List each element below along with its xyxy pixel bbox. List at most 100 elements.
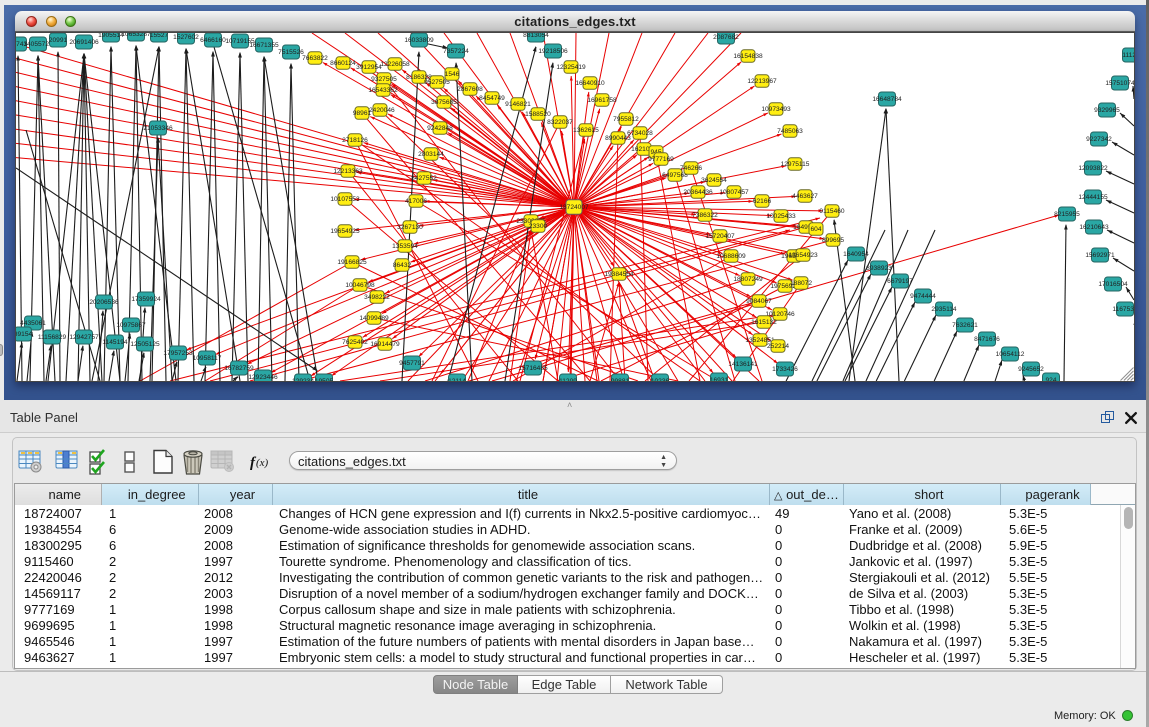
svg-text:15527: 15527 (150, 33, 169, 39)
svg-text:3912954: 3912954 (356, 64, 382, 71)
svg-text:16961758: 16961758 (587, 97, 617, 104)
svg-text:10975867: 10975867 (116, 322, 146, 329)
svg-text:8454749: 8454749 (479, 95, 505, 102)
svg-text:10958117: 10958117 (193, 355, 222, 362)
svg-text:7485063: 7485063 (777, 128, 803, 135)
svg-text:2087682: 2087682 (713, 34, 739, 41)
svg-text:417006: 417006 (405, 198, 427, 205)
svg-text:20691406: 20691406 (69, 39, 99, 46)
svg-text:15720407: 15720407 (705, 233, 735, 240)
svg-text:1733426: 1733426 (772, 366, 798, 373)
svg-text:7632621: 7632621 (952, 322, 978, 329)
svg-text:7663822: 7663822 (302, 55, 328, 62)
svg-text:13654923: 13654923 (788, 252, 818, 259)
svg-text:924: 924 (1045, 377, 1056, 381)
svg-text:252214: 252214 (767, 343, 789, 350)
svg-text:9084067: 9084067 (746, 298, 772, 305)
svg-text:12213967: 12213967 (747, 78, 777, 85)
svg-text:17016504: 17016504 (1098, 281, 1128, 288)
svg-text:20991: 20991 (49, 37, 68, 44)
svg-text:(x): (x) (256, 457, 269, 469)
svg-text:15716485: 15716485 (518, 365, 548, 372)
svg-text:15692971: 15692971 (1085, 252, 1115, 259)
svg-text:4435061: 4435061 (20, 320, 46, 327)
svg-text:10653287: 10653287 (121, 33, 151, 38)
svg-text:6734028: 6734028 (627, 130, 653, 137)
svg-text:16914479: 16914479 (370, 341, 400, 348)
svg-text:16033809: 16033809 (404, 37, 434, 44)
svg-text:18724007: 18724007 (559, 204, 589, 211)
svg-text:1905514: 1905514 (98, 33, 124, 39)
svg-text:12213363: 12213363 (333, 168, 363, 175)
svg-text:17957253: 17957253 (163, 350, 193, 357)
svg-text:19654925: 19654925 (330, 228, 360, 235)
svg-text:11156829: 11156829 (38, 334, 67, 341)
svg-text:39154: 39154 (16, 331, 32, 338)
svg-text:16931: 16931 (710, 377, 729, 381)
svg-text:16671355: 16671355 (249, 42, 279, 49)
svg-text:9115460: 9115460 (819, 208, 845, 215)
svg-text:19384554: 19384554 (604, 271, 634, 278)
svg-text:10025433: 10025433 (766, 213, 796, 220)
svg-text:8938923: 8938923 (866, 265, 892, 272)
svg-text:6679197: 6679197 (887, 278, 913, 285)
svg-text:2867608: 2867608 (457, 86, 483, 93)
svg-text:1167533: 1167533 (1112, 306, 1134, 313)
svg-text:129234: 129234 (292, 378, 314, 381)
svg-text:19166825: 19166825 (337, 259, 367, 266)
svg-text:3267130: 3267130 (397, 224, 423, 231)
svg-text:14099489: 14099489 (359, 315, 389, 322)
svg-text:1145194: 1145194 (102, 339, 128, 346)
svg-text:12226058: 12226058 (380, 61, 410, 68)
svg-text:8471676: 8471676 (974, 336, 1000, 343)
svg-text:2803144: 2803144 (418, 151, 444, 158)
svg-text:188072: 188072 (790, 280, 812, 287)
svg-text:9474444: 9474444 (910, 293, 936, 300)
svg-text:1527602: 1527602 (173, 34, 199, 41)
svg-text:7625402: 7625402 (342, 339, 368, 346)
svg-text:99881: 99881 (611, 378, 630, 381)
svg-text:12114: 12114 (448, 378, 466, 381)
svg-text:14136141: 14136141 (728, 361, 758, 368)
svg-text:12942757: 12942757 (69, 334, 99, 341)
svg-text:8813054: 8813054 (523, 33, 549, 39)
svg-text:11121: 11121 (1122, 52, 1134, 59)
svg-text:20364436: 20364436 (683, 189, 713, 196)
svg-text:16543362: 16543362 (368, 87, 398, 94)
svg-text:16210643: 16210643 (1079, 224, 1109, 231)
svg-text:19218506: 19218506 (538, 48, 568, 55)
svg-text:12444155: 12444155 (1078, 194, 1108, 201)
svg-text:16154838: 16154838 (733, 53, 763, 60)
svg-text:8215955: 8215955 (1054, 211, 1080, 218)
svg-text:12093822: 12093822 (1078, 165, 1108, 172)
svg-text:20206536: 20206536 (89, 299, 119, 306)
svg-text:7357224: 7357224 (443, 48, 469, 55)
svg-text:6466160: 6466160 (200, 37, 226, 44)
svg-text:8322037: 8322037 (547, 119, 573, 126)
svg-text:10236: 10236 (651, 378, 670, 381)
svg-text:12325419: 12325419 (556, 64, 586, 71)
svg-text:899695: 899695 (822, 237, 844, 244)
svg-text:1353594: 1353594 (392, 243, 418, 250)
svg-text:1588520: 1588520 (525, 111, 551, 118)
svg-text:8427552: 8427552 (411, 175, 437, 182)
svg-text:15751074: 15751074 (1105, 80, 1134, 87)
svg-text:2935114: 2935114 (931, 306, 957, 313)
svg-text:62166: 62166 (753, 198, 772, 205)
svg-text:12975115: 12975115 (781, 161, 810, 168)
svg-text:86432: 86432 (393, 262, 412, 269)
svg-text:10046798: 10046798 (345, 282, 375, 289)
svg-text:4463627: 4463627 (792, 193, 818, 200)
svg-text:7955812: 7955812 (613, 116, 639, 123)
svg-text:21053346: 21053346 (143, 125, 173, 132)
svg-text:7515526: 7515526 (278, 49, 304, 56)
svg-text:3624554: 3624554 (701, 177, 727, 184)
svg-text:9245652: 9245652 (1018, 366, 1044, 373)
svg-text:12923446: 12923446 (248, 374, 278, 381)
svg-text:9327505: 9327505 (371, 76, 397, 83)
svg-text:18807249: 18807249 (733, 276, 763, 283)
svg-text:9146821: 9146821 (505, 101, 531, 108)
svg-text:10807457: 10807457 (719, 189, 749, 196)
svg-text:3498222: 3498222 (364, 294, 390, 301)
svg-text:10973493: 10973493 (761, 106, 791, 113)
